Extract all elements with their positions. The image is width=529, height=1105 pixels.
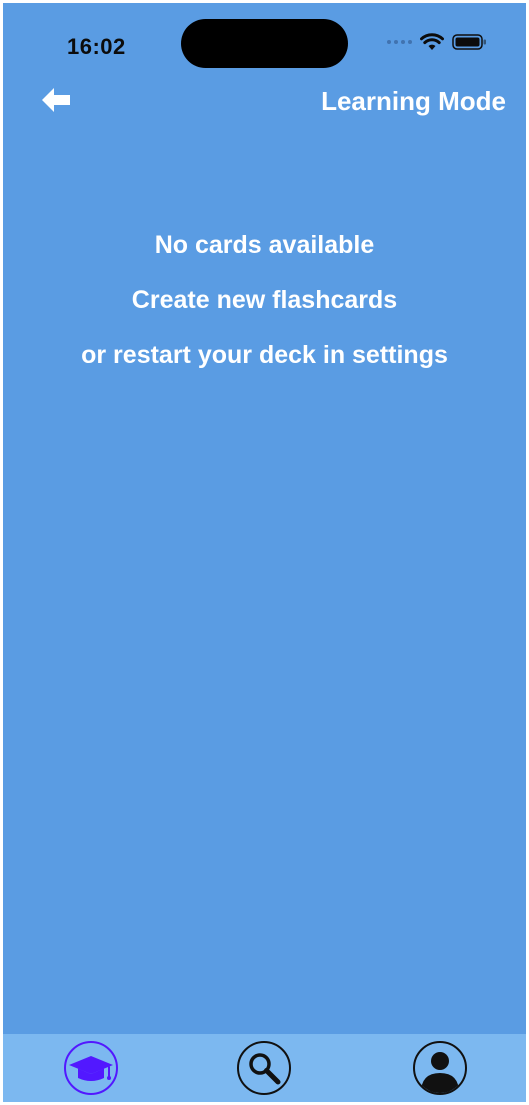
empty-state-line-3: or restart your deck in settings [81, 341, 448, 369]
profile-icon [421, 1052, 459, 1093]
battery-icon [452, 34, 486, 50]
status-icons [387, 33, 488, 51]
empty-state-line-1: No cards available [154, 231, 375, 259]
dynamic-island [181, 19, 348, 68]
magnifier-icon [249, 1053, 281, 1085]
signal-dots-icon [387, 40, 412, 44]
tab-search[interactable] [237, 1041, 291, 1095]
graduation-cap-icon [69, 1056, 113, 1081]
tab-profile[interactable] [413, 1041, 467, 1095]
wifi-icon [420, 33, 444, 50]
empty-state-line-2: Create new flashcards [131, 286, 398, 314]
back-button[interactable] [39, 85, 73, 115]
app-screen: 16:02 Learning Mode No cards available C… [3, 3, 526, 1102]
tab-learning-mode[interactable] [64, 1041, 118, 1095]
back-arrow-icon [42, 88, 70, 112]
tab-bar [3, 1034, 526, 1102]
status-time: 16:02 [67, 34, 126, 59]
empty-state-message: No cards available Create new flashcards… [3, 228, 526, 393]
page-title: Learning Mode [321, 86, 506, 116]
